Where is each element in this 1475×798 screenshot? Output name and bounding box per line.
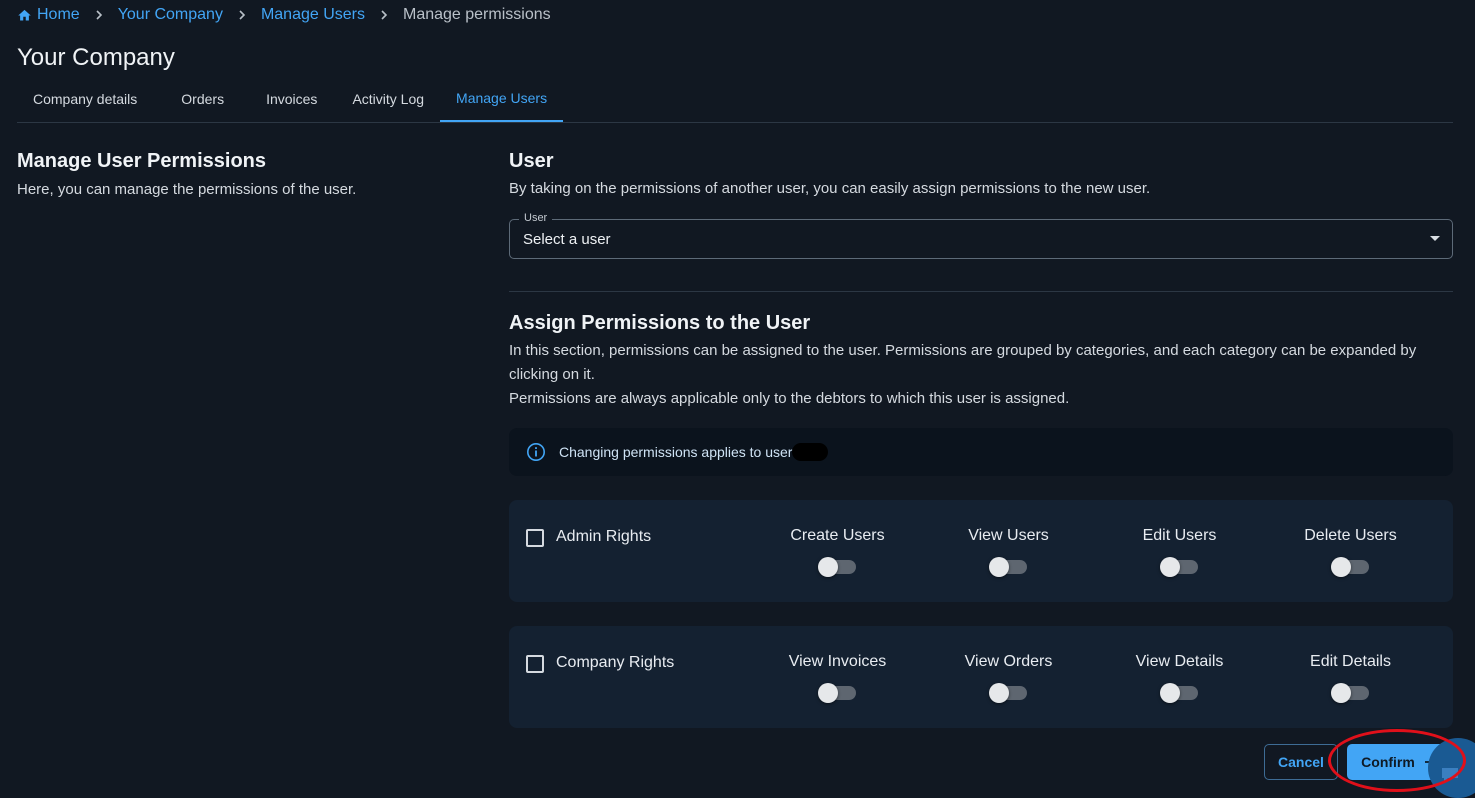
breadcrumb-current: Manage permissions	[402, 6, 551, 23]
permission-delete-users: Delete Users	[1265, 527, 1436, 577]
permission-view-users: View Users	[923, 527, 1094, 577]
breadcrumb-home-label: Home	[37, 6, 80, 23]
user-select[interactable]: User Select a user	[509, 212, 1453, 259]
view-invoices-toggle[interactable]	[817, 683, 856, 703]
user-select-value: Select a user	[523, 230, 611, 248]
chat-button[interactable]	[1428, 738, 1475, 798]
info-alert-text: Changing permissions applies to user	[559, 444, 793, 460]
tab-activity-log[interactable]: Activity Log	[335, 75, 440, 122]
permission-name: Edit Users	[1142, 527, 1217, 544]
redacted-username	[792, 443, 829, 461]
cancel-button[interactable]: Cancel	[1264, 744, 1338, 780]
permission-name: Create Users	[790, 527, 885, 544]
delete-users-toggle[interactable]	[1330, 557, 1369, 577]
view-orders-toggle[interactable]	[988, 683, 1027, 703]
chevron-right-icon	[94, 10, 104, 20]
home-icon	[17, 8, 32, 23]
edit-users-toggle[interactable]	[1159, 557, 1198, 577]
permission-view-invoices: View Invoices	[752, 653, 923, 703]
permission-view-details: View Details	[1094, 653, 1265, 703]
view-users-toggle[interactable]	[988, 557, 1027, 577]
permission-name: View Users	[968, 527, 1049, 544]
permission-group-label: Company Rights	[556, 654, 675, 671]
info-icon	[526, 442, 546, 462]
chevron-right-icon	[379, 10, 389, 20]
tab-invoices[interactable]: Invoices	[250, 75, 335, 122]
left-panel: Manage User Permissions Here, you can ma…	[17, 150, 477, 198]
permission-name: View Details	[1135, 653, 1224, 670]
page-title: Your Company	[17, 44, 175, 71]
breadcrumb-company-link[interactable]: Your Company	[118, 6, 223, 24]
tab-bar: Company details Orders Invoices Activity…	[17, 75, 1453, 123]
permission-group-admin: Admin Rights Create Users View Users Edi…	[509, 500, 1453, 602]
permission-group-company: Company Rights View Invoices View Orders…	[509, 626, 1453, 728]
permission-group-label: Admin Rights	[556, 528, 652, 545]
permission-view-orders: View Orders	[923, 653, 1094, 703]
user-section-description: By taking on the permissions of another …	[509, 180, 1151, 197]
permission-edit-details: Edit Details	[1265, 653, 1436, 703]
user-select-label: User	[519, 212, 553, 224]
tab-orders[interactable]: Orders	[153, 75, 250, 122]
section-divider	[509, 291, 1453, 292]
permission-name: Delete Users	[1304, 527, 1397, 544]
admin-rights-checkbox[interactable]	[526, 529, 544, 547]
chat-icon	[1440, 766, 1460, 784]
user-section-title: User	[509, 150, 554, 172]
breadcrumb-manage-users-link[interactable]: Manage Users	[261, 6, 365, 24]
assign-section-title: Assign Permissions to the User	[509, 312, 811, 334]
dropdown-arrow-icon	[1430, 236, 1440, 241]
breadcrumb: Home Your Company Manage Users Manage pe…	[17, 5, 551, 25]
info-alert: Changing permissions applies to user	[509, 428, 1453, 476]
permission-create-users: Create Users	[752, 527, 923, 577]
permission-edit-users: Edit Users	[1094, 527, 1265, 577]
edit-details-toggle[interactable]	[1330, 683, 1369, 703]
breadcrumb-home-link[interactable]: Home	[17, 6, 80, 24]
permission-name: View Orders	[964, 653, 1053, 670]
user-section: User By taking on the permissions of ano…	[509, 150, 1453, 201]
left-panel-description: Here, you can manage the permissions of …	[17, 181, 357, 198]
chevron-right-icon	[237, 10, 247, 20]
tab-manage-users[interactable]: Manage Users	[440, 75, 564, 122]
company-rights-checkbox[interactable]	[526, 655, 544, 673]
assign-section-description: In this section, permissions can be assi…	[509, 342, 1417, 383]
left-panel-title: Manage User Permissions	[17, 150, 266, 172]
assign-permissions-section: Assign Permissions to the User In this s…	[509, 312, 1453, 411]
create-users-toggle[interactable]	[817, 557, 856, 577]
view-details-toggle[interactable]	[1159, 683, 1198, 703]
permission-name: View Invoices	[788, 653, 887, 670]
assign-section-note: Permissions are always applicable only t…	[509, 390, 1070, 407]
tab-company-details[interactable]: Company details	[17, 75, 153, 122]
confirm-button-label: Confirm	[1361, 754, 1415, 770]
permission-name: Edit Details	[1310, 653, 1391, 670]
